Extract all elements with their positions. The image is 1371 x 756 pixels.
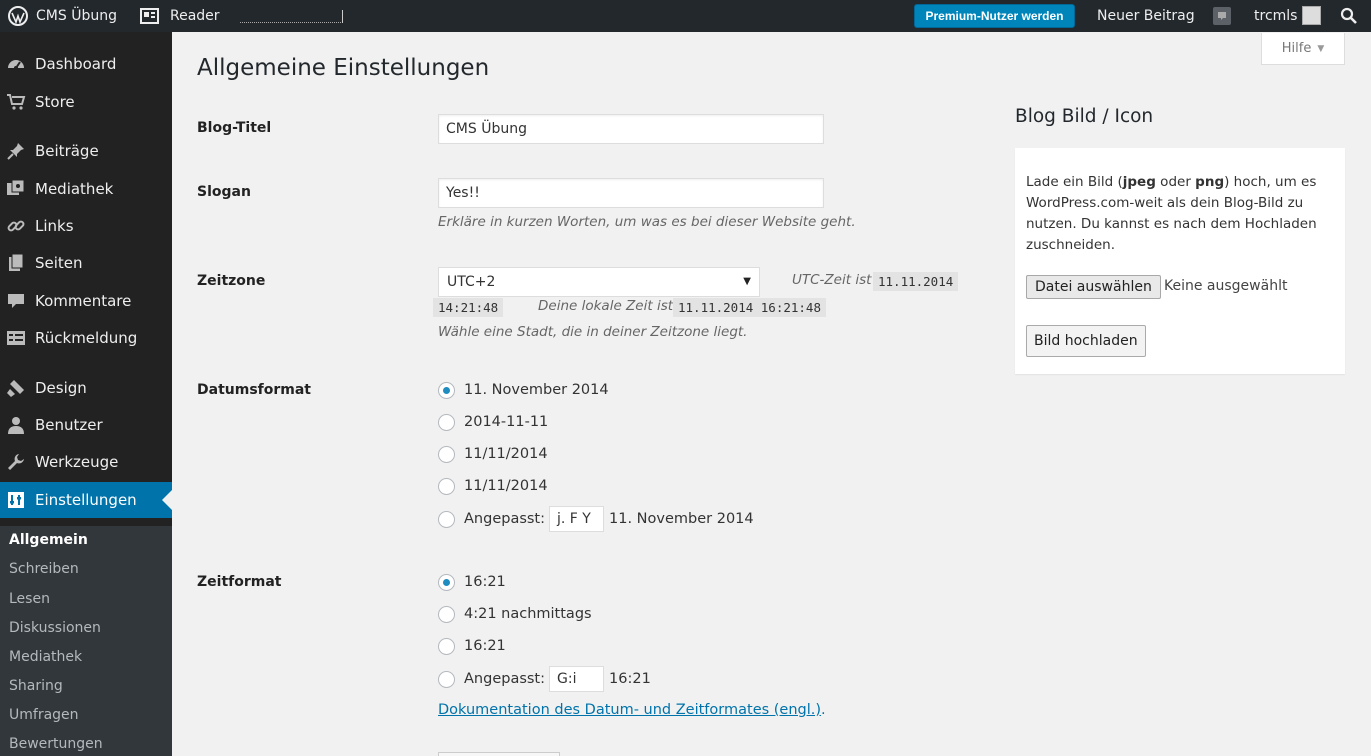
- blog-title-label: Blog-Titel: [197, 120, 272, 136]
- slogan-label: Slogan: [197, 184, 251, 200]
- blog-image-box: Lade ein Bild (jpeg oder png) hoch, um e…: [1015, 148, 1345, 374]
- help-tab[interactable]: Hilfe ▼: [1261, 33, 1345, 65]
- date-option-4[interactable]: 11/11/2014: [438, 475, 548, 497]
- menu-links[interactable]: Links: [0, 208, 172, 244]
- menu-einstellungen[interactable]: Einstellungen: [0, 482, 172, 518]
- site-link[interactable]: CMS Übung: [8, 0, 117, 32]
- site-name: CMS Übung: [36, 8, 117, 24]
- submenu-bewertungen[interactable]: Bewertungen: [9, 736, 103, 752]
- date-option-1[interactable]: 11. November 2014: [438, 379, 609, 401]
- chevron-down-icon: ▼: [1317, 43, 1325, 54]
- submenu-schreiben[interactable]: Schreiben: [9, 561, 79, 577]
- cart-icon: [6, 92, 26, 112]
- wordpress-icon: [8, 6, 28, 26]
- notifications-icon[interactable]: [1212, 0, 1232, 32]
- username[interactable]: trcmls: [1254, 0, 1297, 32]
- brush-icon: [6, 378, 26, 398]
- radio[interactable]: [438, 445, 455, 463]
- radio[interactable]: [438, 510, 455, 528]
- blog-image-title: Blog Bild / Icon: [1015, 106, 1154, 127]
- radio[interactable]: [438, 413, 455, 431]
- search-icon[interactable]: [1340, 0, 1358, 32]
- link-icon: [6, 216, 26, 236]
- utc-date: 11.11.2014: [873, 272, 959, 291]
- submenu-sharing[interactable]: Sharing: [9, 678, 63, 694]
- settings-submenu: Allgemein Schreiben Lesen Diskussionen M…: [0, 526, 172, 756]
- time-custom-input[interactable]: G:i: [549, 666, 605, 692]
- menu-beitraege[interactable]: Beiträge: [0, 133, 172, 169]
- media-icon: [6, 179, 26, 199]
- date-custom-input[interactable]: j. F Y: [549, 506, 605, 532]
- blog-title-input[interactable]: CMS Übung: [438, 114, 824, 144]
- pages-icon: [6, 253, 26, 273]
- dropdown-arrow-icon: ▼: [743, 276, 751, 287]
- partial-input[interactable]: [438, 752, 560, 756]
- menu-werkzeuge[interactable]: Werkzeuge: [0, 444, 172, 480]
- time-custom-preview: 16:21: [609, 671, 651, 687]
- utc-time-label: UTC-Zeit ist: [792, 272, 872, 288]
- premium-button[interactable]: Premium-Nutzer werden: [914, 4, 1075, 28]
- menu-benutzer[interactable]: Benutzer: [0, 407, 172, 443]
- time-option-1[interactable]: 16:21: [438, 571, 506, 593]
- timezone-description: Wähle eine Stadt, die in deiner Zeitzone…: [438, 324, 748, 340]
- radio[interactable]: [438, 605, 455, 623]
- settings-icon: [6, 490, 26, 510]
- slogan-input[interactable]: Yes!!: [438, 178, 824, 208]
- menu-design[interactable]: Design: [0, 370, 172, 406]
- time-option-2[interactable]: 4:21 nachmittags: [438, 603, 592, 625]
- reader-icon: [140, 8, 159, 24]
- timezone-value: UTC+2: [447, 274, 496, 290]
- documentation-link[interactable]: Dokumentation des Datum- und Zeitformate…: [438, 702, 821, 718]
- local-time-label: Deine lokale Zeit ist: [538, 298, 674, 314]
- submenu-diskussionen[interactable]: Diskussionen: [9, 620, 101, 636]
- date-option-custom[interactable]: Angepasst: j. F Y 11. November 2014: [438, 506, 754, 532]
- reader-search-line[interactable]: [240, 10, 343, 23]
- blog-image-description: Lade ein Bild (jpeg oder png) hoch, um e…: [1026, 174, 1317, 253]
- time-option-custom[interactable]: Angepasst: G:i 16:21: [438, 666, 651, 692]
- menu-store[interactable]: Store: [0, 84, 172, 120]
- user-icon: [6, 415, 26, 435]
- date-custom-preview: 11. November 2014: [609, 511, 754, 527]
- utc-time: 14:21:48: [433, 298, 504, 317]
- no-file-label: Keine ausgewählt: [1164, 278, 1288, 294]
- radio-checked[interactable]: [438, 573, 455, 591]
- choose-file-button[interactable]: Datei auswählen: [1026, 275, 1161, 299]
- date-option-2[interactable]: 2014-11-11: [438, 411, 548, 433]
- feedback-icon: [6, 328, 26, 348]
- wrench-icon: [6, 452, 26, 472]
- pin-icon: [6, 141, 26, 161]
- page-title: Allgemeine Einstellungen: [197, 55, 490, 81]
- documentation-link-row: Dokumentation des Datum- und Zeitformate…: [438, 702, 826, 718]
- radio[interactable]: [438, 670, 455, 688]
- menu-seiten[interactable]: Seiten: [0, 245, 172, 281]
- submenu-umfragen[interactable]: Umfragen: [9, 707, 79, 723]
- menu-mediathek[interactable]: Mediathek: [0, 171, 172, 207]
- date-option-3[interactable]: 11/11/2014: [438, 443, 548, 465]
- timezone-select[interactable]: UTC+2 ▼: [438, 267, 760, 297]
- new-post-link[interactable]: Neuer Beitrag: [1097, 0, 1195, 32]
- menu-kommentare[interactable]: Kommentare: [0, 283, 172, 319]
- local-time: 11.11.2014 16:21:48: [673, 298, 826, 317]
- submenu-mediathek[interactable]: Mediathek: [9, 649, 82, 665]
- radio[interactable]: [438, 477, 455, 495]
- admin-bar: CMS Übung Reader Premium-Nutzer werden N…: [0, 0, 1371, 32]
- menu-dashboard[interactable]: Dashboard: [0, 46, 172, 82]
- timezone-label: Zeitzone: [197, 273, 266, 289]
- help-label: Hilfe: [1281, 41, 1312, 56]
- time-option-3[interactable]: 16:21: [438, 635, 506, 657]
- comment-icon: [6, 291, 26, 311]
- menu-rueckmeldung[interactable]: Rückmeldung: [0, 320, 172, 356]
- slogan-description: Erkläre in kurzen Worten, um was es bei …: [438, 214, 856, 230]
- reader-link[interactable]: Reader: [140, 0, 220, 32]
- time-format-label: Zeitformat: [197, 574, 282, 590]
- date-format-label: Datumsformat: [197, 382, 311, 398]
- submenu-lesen[interactable]: Lesen: [9, 591, 50, 607]
- radio-checked[interactable]: [438, 381, 455, 399]
- upload-image-button[interactable]: Bild hochladen: [1026, 325, 1146, 357]
- submenu-allgemein[interactable]: Allgemein: [9, 532, 88, 548]
- radio[interactable]: [438, 637, 455, 655]
- reader-label: Reader: [170, 8, 220, 24]
- avatar[interactable]: [1302, 6, 1321, 25]
- dashboard-icon: [6, 54, 26, 74]
